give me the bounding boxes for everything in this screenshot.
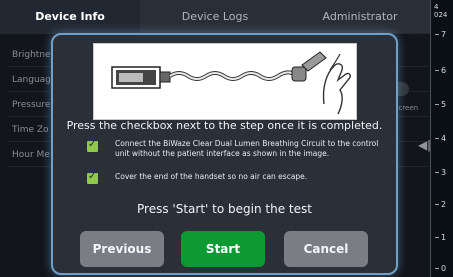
instruction-text: Press the checkbox next to the step once…	[66, 119, 383, 132]
step-2-checkbox[interactable]	[87, 171, 98, 184]
scale-tick: 6	[435, 66, 446, 75]
start-prompt: Press 'Start' to begin the test	[137, 202, 312, 216]
scale-tick: 2	[435, 200, 446, 209]
scale-tick: 1	[435, 233, 446, 242]
breathing-circuit-illustration	[93, 43, 357, 120]
cancel-button[interactable]: Cancel	[284, 231, 368, 267]
scale-top-value: 4 024	[434, 3, 448, 19]
tab-administrator[interactable]: Administrator	[290, 0, 430, 33]
tab-device-info[interactable]: Device Info	[0, 0, 140, 33]
scale-tick: 7	[435, 30, 446, 39]
scale-tick: 5	[435, 100, 446, 109]
start-button[interactable]: Start	[181, 231, 265, 267]
step-2-text: Cover the end of the handset so no air c…	[115, 172, 308, 181]
step-1-text: Connect the BiWaze Clear Dual Lumen Brea…	[115, 139, 379, 158]
scale-top-label: 4 024	[434, 3, 447, 19]
breathing-circuit-handset-illustration-icon	[111, 51, 351, 115]
scale-tick: 0	[435, 264, 446, 273]
leak-test-dialog: Press the checkbox next to the step once…	[51, 33, 398, 275]
previous-button[interactable]: Previous	[80, 231, 164, 267]
scale-tick: 4	[435, 134, 446, 143]
scale-tick: 3	[435, 168, 446, 177]
step-1-checkbox[interactable]	[87, 139, 98, 152]
tab-bar: Device Info Device Logs Administrator	[0, 0, 430, 34]
device-screen: Device Info Device Logs Administrator Br…	[0, 0, 430, 277]
pressure-scale: 4 024 7 6 5 4 3 2 1 0	[430, 0, 453, 277]
tab-device-logs[interactable]: Device Logs	[140, 0, 290, 33]
